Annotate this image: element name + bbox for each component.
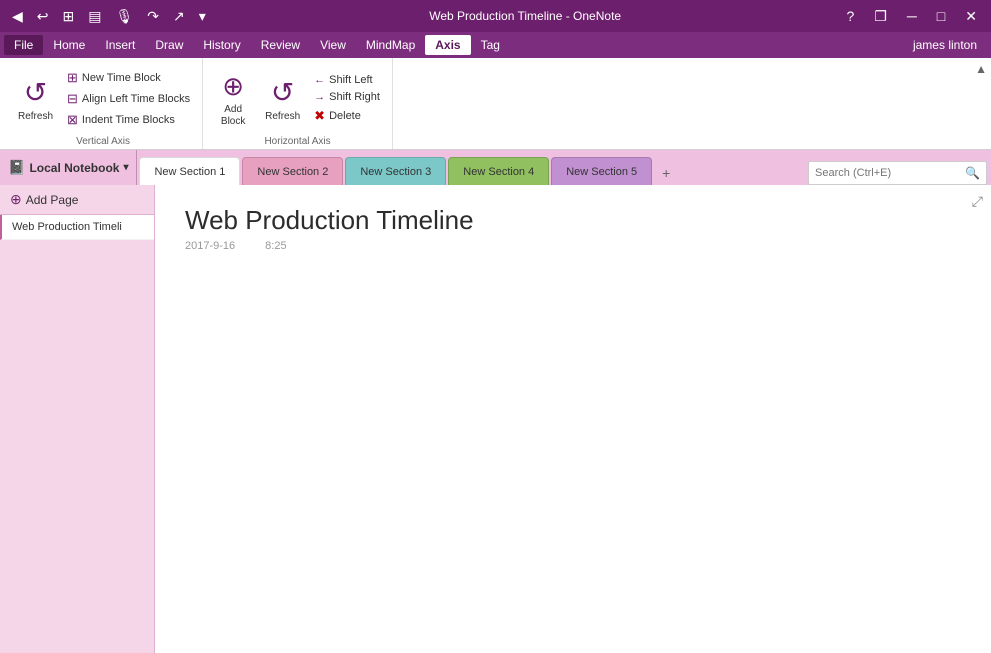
- view-toggle-button[interactable]: ⊞: [59, 6, 79, 27]
- tab-new-section-3[interactable]: New Section 3: [345, 157, 446, 185]
- share-button[interactable]: ↗: [169, 6, 189, 27]
- indent-icon: ⊠: [67, 112, 78, 128]
- record-button[interactable]: 🎙: [111, 6, 137, 27]
- help-button[interactable]: ?: [841, 6, 861, 26]
- menu-history[interactable]: History: [193, 35, 250, 55]
- menu-axis[interactable]: Axis: [425, 35, 470, 55]
- add-block-icon: ⊕: [222, 71, 244, 102]
- indent-time-blocks-button[interactable]: ⊠ Indent Time Blocks: [63, 110, 194, 130]
- expand-button[interactable]: ⤢: [972, 193, 983, 210]
- menu-review[interactable]: Review: [251, 35, 310, 55]
- shift-left-button[interactable]: ← Shift Left: [310, 72, 384, 88]
- menu-tag[interactable]: Tag: [471, 35, 510, 55]
- window-controls: ? ❐ ─ □ ✕: [841, 6, 983, 27]
- new-time-block-button[interactable]: ⊞ New Time Block: [63, 68, 194, 88]
- main-area: ⊕ Add Page Web Production Timeli ⤢ Web P…: [0, 185, 991, 653]
- page-date: 2017-9-16: [185, 240, 235, 252]
- notebook-icon: 📓: [8, 159, 25, 176]
- search-box[interactable]: 🔍: [808, 161, 987, 185]
- page-time: 8:25: [265, 240, 286, 252]
- qat-dropdown[interactable]: ▾: [195, 6, 210, 27]
- menu-bar: File Home Insert Draw History Review Vie…: [0, 32, 991, 58]
- notebook-dropdown-icon: ▾: [123, 162, 128, 173]
- horizontal-axis-label: Horizontal Axis: [211, 134, 384, 147]
- vertical-axis-group: ↺ Refresh ⊞ New Time Block ⊟ Align Left …: [4, 58, 203, 149]
- close-button[interactable]: ✕: [959, 6, 983, 27]
- window-title: Web Production Timeline - OneNote: [210, 9, 841, 23]
- notebook-selector[interactable]: 📓 Local Notebook ▾: [0, 150, 137, 185]
- restore-button[interactable]: ❐: [868, 6, 893, 27]
- menu-view[interactable]: View: [310, 35, 356, 55]
- menu-mindmap[interactable]: MindMap: [356, 35, 425, 55]
- search-input[interactable]: [815, 167, 965, 179]
- refresh-horizontal-icon: ↺: [271, 76, 294, 109]
- add-page-icon: ⊕: [10, 191, 22, 208]
- undo-button[interactable]: ↩: [33, 6, 53, 27]
- search-icon[interactable]: 🔍: [965, 166, 980, 180]
- add-page-button[interactable]: ⊕ Add Page: [0, 185, 154, 215]
- ribbon: ↺ Refresh ⊞ New Time Block ⊟ Align Left …: [0, 58, 991, 150]
- tab-new-section-2[interactable]: New Section 2: [242, 157, 343, 185]
- vertical-axis-buttons: ⊞ New Time Block ⊟ Align Left Time Block…: [63, 64, 194, 134]
- forward-button[interactable]: ↷: [143, 6, 163, 27]
- shift-delete-buttons: ← Shift Left → Shift Right ✖ Delete: [310, 68, 384, 130]
- ribbon-collapse-button[interactable]: ▲: [975, 62, 987, 76]
- align-left-time-blocks-button[interactable]: ⊟ Align Left Time Blocks: [63, 89, 194, 109]
- page-title: Web Production Timeline: [185, 205, 961, 236]
- delete-icon: ✖: [314, 108, 325, 124]
- tab-new-section-1[interactable]: New Section 1: [139, 157, 240, 185]
- content-area: ⤢ Web Production Timeline 2017-9-16 8:25: [155, 185, 991, 653]
- tab-new-section-5[interactable]: New Section 5: [551, 157, 652, 185]
- tab-new-section-4[interactable]: New Section 4: [448, 157, 549, 185]
- section-tabs-bar: 📓 Local Notebook ▾ New Section 1 New Sec…: [0, 150, 991, 185]
- shift-left-icon: ←: [314, 74, 325, 86]
- page-item-web-production-timeline[interactable]: Web Production Timeli: [0, 215, 154, 240]
- horizontal-axis-group: ⊕ Add Block ↺ Refresh ← Shift Left → Shi…: [203, 58, 393, 149]
- page-meta: 2017-9-16 8:25: [185, 240, 961, 252]
- quick-access-toolbar: ◀ ↩ ⊞ ▤ 🎙 ↷ ↗ ▾: [8, 6, 210, 27]
- grid-button[interactable]: ▤: [84, 6, 105, 27]
- notebook-label: Local Notebook: [29, 161, 119, 175]
- title-bar: ◀ ↩ ⊞ ▤ 🎙 ↷ ↗ ▾ Web Production Timeline …: [0, 0, 991, 32]
- shift-right-button[interactable]: → Shift Right: [310, 89, 384, 105]
- maximize-button[interactable]: □: [931, 6, 951, 26]
- refresh-horizontal-button[interactable]: ↺ Refresh: [259, 72, 306, 126]
- user-name: james linton: [903, 35, 987, 55]
- refresh-vertical-button[interactable]: ↺ Refresh: [12, 72, 59, 126]
- menu-file[interactable]: File: [4, 35, 43, 55]
- menu-insert[interactable]: Insert: [95, 35, 145, 55]
- back-button[interactable]: ◀: [8, 6, 27, 27]
- delete-button[interactable]: ✖ Delete: [310, 106, 384, 126]
- align-left-icon: ⊟: [67, 91, 78, 107]
- sidebar: ⊕ Add Page Web Production Timeli: [0, 185, 155, 653]
- refresh-vertical-icon: ↺: [24, 76, 47, 109]
- shift-right-icon: →: [314, 91, 325, 103]
- add-block-button[interactable]: ⊕ Add Block: [211, 67, 255, 132]
- menu-home[interactable]: Home: [43, 35, 95, 55]
- add-page-label: Add Page: [26, 193, 79, 207]
- new-time-block-icon: ⊞: [67, 70, 78, 86]
- vertical-axis-label: Vertical Axis: [12, 134, 194, 147]
- add-section-button[interactable]: +: [654, 161, 678, 185]
- menu-draw[interactable]: Draw: [145, 35, 193, 55]
- minimize-button[interactable]: ─: [901, 6, 923, 26]
